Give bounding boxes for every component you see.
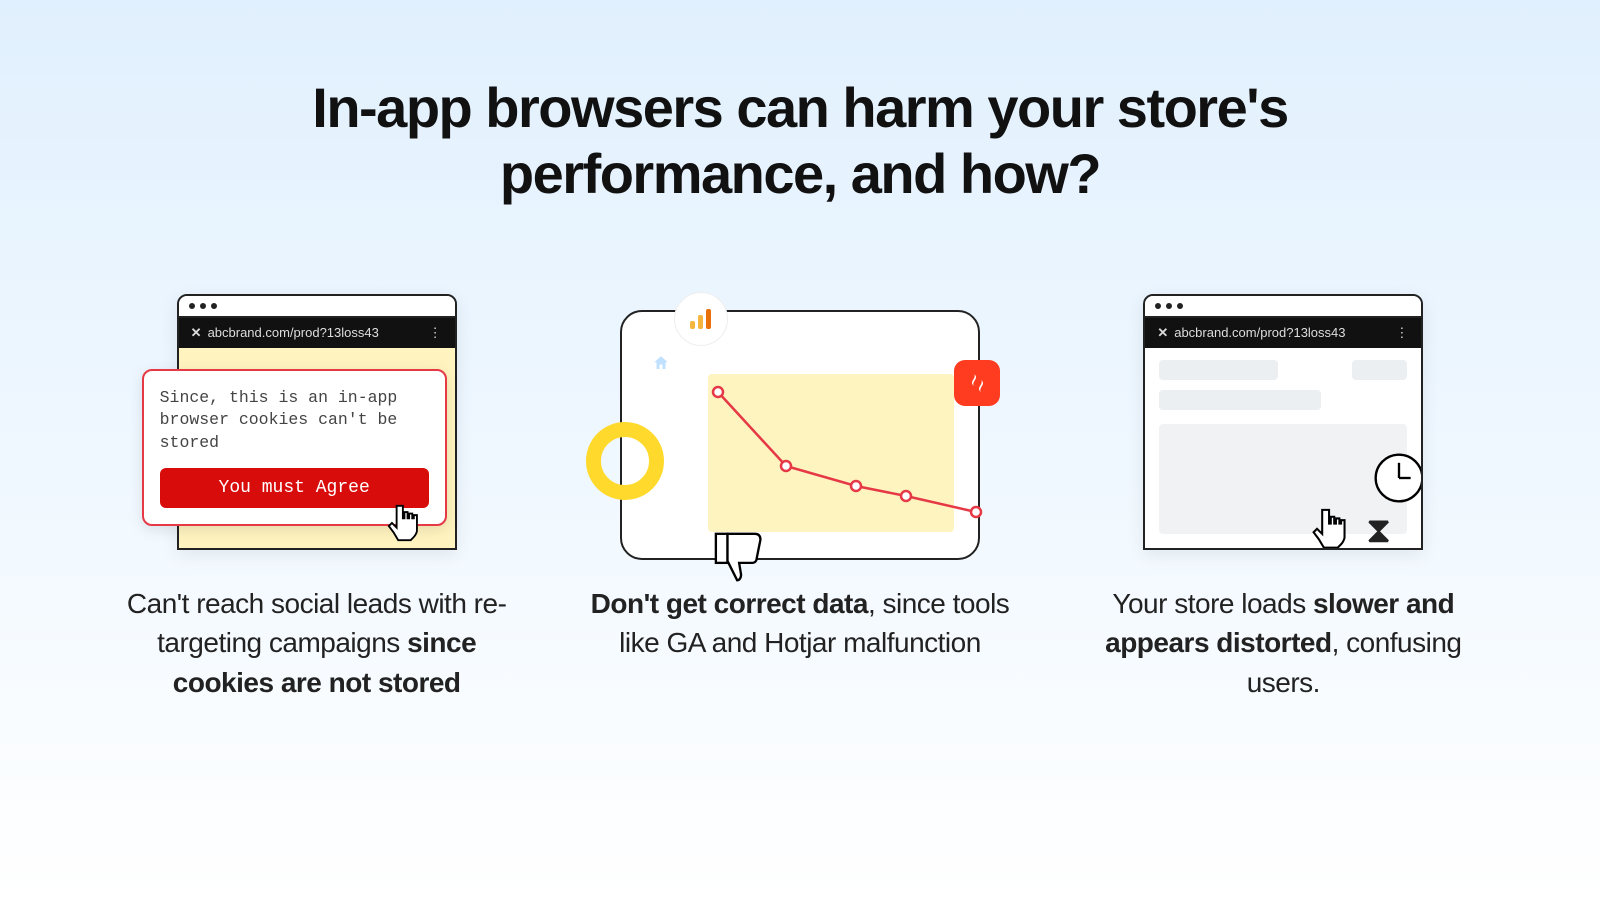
ring-decoration xyxy=(586,422,664,500)
caption-performance: Your store loads slower and appears dist… xyxy=(1073,572,1493,702)
home-icon xyxy=(652,354,670,372)
skeleton-line xyxy=(1159,390,1320,410)
page-body-loading: ⧗ xyxy=(1145,348,1421,548)
cursor-pointer-icon xyxy=(1305,503,1360,550)
columns: ✕ abcbrand.com/prod?13loss43 ⋮ Since, thi… xyxy=(0,207,1600,702)
close-icon: ✕ xyxy=(191,325,202,340)
chart-area xyxy=(708,374,954,532)
popup-message: Since, this is an in-app browser cookies… xyxy=(160,387,429,454)
cursor-pointer-icon xyxy=(381,497,431,552)
google-analytics-icon xyxy=(674,292,728,346)
skeleton-line xyxy=(1159,360,1278,380)
thumbs-down-icon xyxy=(712,528,774,590)
analytics-panel xyxy=(620,310,980,560)
caption-analytics: Don't get correct data, since tools like… xyxy=(590,572,1010,662)
illustration-performance: ✕ abcbrand.com/prod?13loss43 ⋮ ⧗ xyxy=(1062,272,1505,572)
caption-bold: Don't get correct data xyxy=(591,588,868,619)
address-bar: ✕ abcbrand.com/prod?13loss43 ⋮ xyxy=(179,318,455,348)
hotjar-icon xyxy=(954,360,1000,406)
hourglass-icon: ⧗ xyxy=(1366,509,1391,550)
kebab-menu-icon: ⋮ xyxy=(1395,325,1409,341)
address-bar: ✕ abcbrand.com/prod?13loss43 ⋮ xyxy=(1145,318,1421,348)
browser-window: ✕ abcbrand.com/prod?13loss43 ⋮ ⧗ xyxy=(1143,294,1423,550)
column-cookies: ✕ abcbrand.com/prod?13loss43 ⋮ Since, thi… xyxy=(95,272,538,702)
cookie-popup: Since, this is an in-app browser cookies… xyxy=(142,369,447,526)
caption-text: Your store loads xyxy=(1112,588,1313,619)
clock-icon xyxy=(1371,450,1423,506)
illustration-analytics xyxy=(578,272,1021,572)
kebab-menu-icon: ⋮ xyxy=(429,325,443,341)
window-titlebar xyxy=(179,296,455,318)
column-performance: ✕ abcbrand.com/prod?13loss43 ⋮ ⧗ xyxy=(1062,272,1505,702)
url-text: abcbrand.com/prod?13loss43 xyxy=(208,325,379,340)
illustration-cookies: ✕ abcbrand.com/prod?13loss43 ⋮ Since, thi… xyxy=(95,272,538,572)
column-analytics: Don't get correct data, since tools like… xyxy=(578,272,1021,702)
caption-cookies: Can't reach social leads with re-targeti… xyxy=(107,572,527,702)
window-titlebar xyxy=(1145,296,1421,318)
skeleton-line xyxy=(1352,360,1407,380)
page-title: In-app browsers can harm your store's pe… xyxy=(250,0,1350,207)
close-icon: ✕ xyxy=(1157,325,1168,340)
url-text: abcbrand.com/prod?13loss43 xyxy=(1174,325,1345,340)
